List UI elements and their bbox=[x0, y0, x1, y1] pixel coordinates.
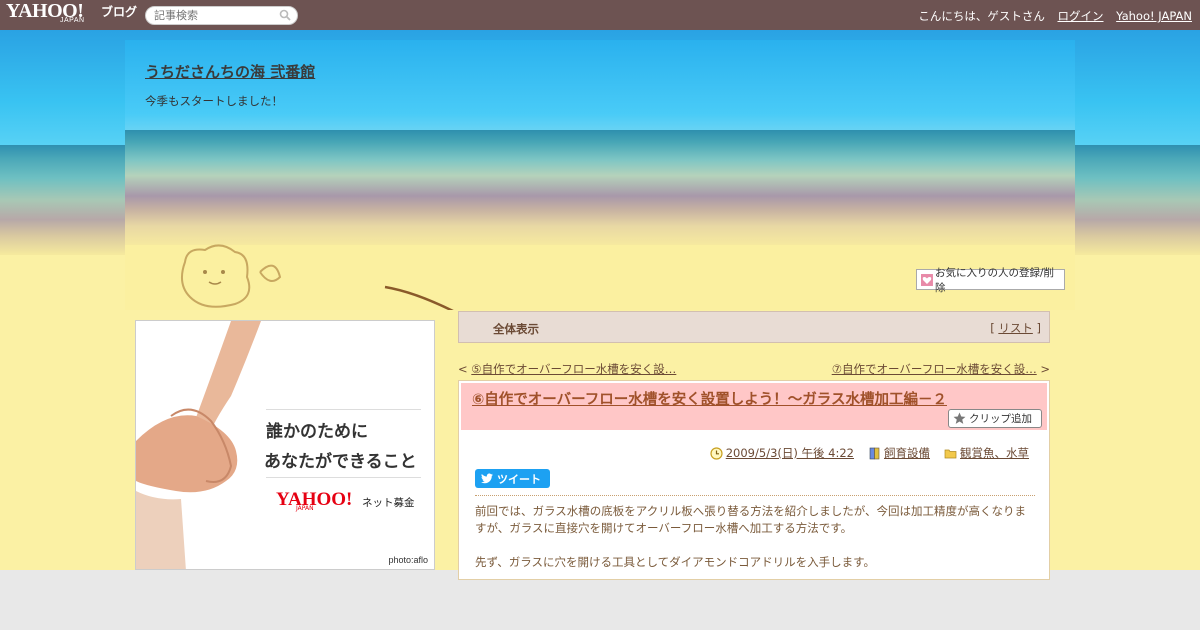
yahoo-japan-link[interactable]: Yahoo! JAPAN bbox=[1116, 9, 1192, 23]
top-bar: YAHOO! JAPAN ブログ こんにちは、ゲストさん ログイン Yahoo!… bbox=[0, 0, 1200, 30]
ad-headline-line1: 誰かのために bbox=[266, 422, 368, 442]
next-article-link[interactable]: ⑦自作でオーバーフロー水槽を安く設… bbox=[832, 362, 1037, 376]
list-link-wrapper: [ リスト ] bbox=[990, 321, 1041, 335]
search-box bbox=[145, 6, 298, 25]
search-icon[interactable] bbox=[279, 9, 291, 21]
favorite-register-button[interactable]: お気に入りの人の登録/削除 bbox=[916, 267, 1065, 294]
ad-photo-credit: photo:aflo bbox=[388, 555, 428, 565]
ad-service-name: ネット募金 bbox=[362, 497, 415, 509]
user-nav: こんにちは、ゲストさん ログイン Yahoo! JAPAN bbox=[918, 8, 1192, 24]
article-list-bar: 全体表示 [ リスト ] bbox=[458, 311, 1050, 343]
yahoo-logo-sub: JAPAN bbox=[60, 17, 85, 24]
sand-bear-drawing-icon bbox=[180, 244, 454, 310]
blog-header: うちださんちの海 弐番館 今季もスタートしました！ お気に入りの人の登録/削除 bbox=[125, 40, 1075, 310]
article-meta: 2009/5/3(日) 午後 4:22 飼育設備 観賞魚、水草 bbox=[710, 445, 1029, 461]
tweet-label: ツイート bbox=[497, 472, 541, 486]
folder-icon bbox=[944, 449, 957, 458]
article-header: ⑥自作でオーバーフロー水槽を安く設置しよう！～ガラス水槽加工編－２ クリップ追加 bbox=[461, 383, 1047, 430]
twitter-bird-icon bbox=[481, 473, 493, 484]
blog-title[interactable]: うちださんちの海 弐番館 bbox=[145, 61, 315, 82]
clock-icon bbox=[710, 446, 723, 460]
login-link[interactable]: ログイン bbox=[1058, 9, 1104, 23]
list-link[interactable]: リスト bbox=[998, 321, 1033, 335]
book-icon bbox=[869, 447, 880, 459]
handshake-photo-icon bbox=[136, 321, 261, 569]
ad-divider-bottom bbox=[266, 477, 421, 478]
clip-add-button[interactable]: クリップ追加 bbox=[948, 409, 1042, 428]
ad-divider-top bbox=[266, 409, 421, 410]
header-sea bbox=[125, 130, 1075, 250]
list-view-title: 全体表示 bbox=[493, 322, 539, 336]
clip-add-label: クリップ追加 bbox=[969, 413, 1032, 425]
prev-article-link[interactable]: ⑤自作でオーバーフロー水槽を安く設… bbox=[471, 362, 676, 376]
article-folder-link[interactable]: 観賞魚、水草 bbox=[960, 445, 1029, 461]
search-input[interactable] bbox=[154, 8, 274, 23]
article-category-link[interactable]: 飼育設備 bbox=[884, 445, 930, 461]
heart-icon bbox=[921, 273, 933, 286]
greeting-text: こんにちは、ゲストさん bbox=[918, 9, 1045, 23]
article: ⑥自作でオーバーフロー水槽を安く設置しよう！～ガラス水槽加工編－２ クリップ追加… bbox=[458, 380, 1050, 580]
blog-logo-label[interactable]: ブログ bbox=[101, 3, 137, 20]
blog-description: 今季もスタートしました！ bbox=[145, 94, 283, 108]
favorite-register-label: お気に入りの人の登録/削除 bbox=[934, 266, 1054, 294]
star-icon bbox=[953, 412, 966, 424]
ad-yahoo-logo-sub: JAPAN bbox=[296, 505, 314, 512]
next-article-nav: ⑦自作でオーバーフロー水槽を安く設… > bbox=[831, 362, 1050, 376]
article-body: 前回では、ガラス水槽の底板をアクリル板へ張り替る方法を紹介しましたが、今回は加工… bbox=[475, 503, 1035, 588]
article-paragraph: 前回では、ガラス水槽の底板をアクリル板へ張り替る方法を紹介しましたが、今回は加工… bbox=[475, 504, 1026, 535]
header-sky bbox=[125, 40, 1075, 132]
sidebar-ad-banner[interactable]: 誰かのために あなたができること YAHOO! JAPAN ネット募金 phot… bbox=[135, 320, 435, 570]
prev-article-nav: < ⑤自作でオーバーフロー水槽を安く設… bbox=[458, 362, 677, 376]
ad-headline-line2: あなたができること bbox=[264, 452, 417, 472]
tweet-button[interactable]: ツイート bbox=[475, 469, 550, 488]
article-divider bbox=[475, 495, 1035, 496]
ad-yahoo-logo: YAHOO! bbox=[276, 489, 353, 510]
article-date-link[interactable]: 2009/5/3(日) 午後 4:22 bbox=[726, 445, 854, 461]
article-title[interactable]: ⑥自作でオーバーフロー水槽を安く設置しよう！～ガラス水槽加工編－２ bbox=[472, 388, 947, 409]
article-paragraph: 先ず、ガラスに穴を開ける工具としてダイアモンドコアドリルを入手します。 bbox=[475, 555, 875, 569]
